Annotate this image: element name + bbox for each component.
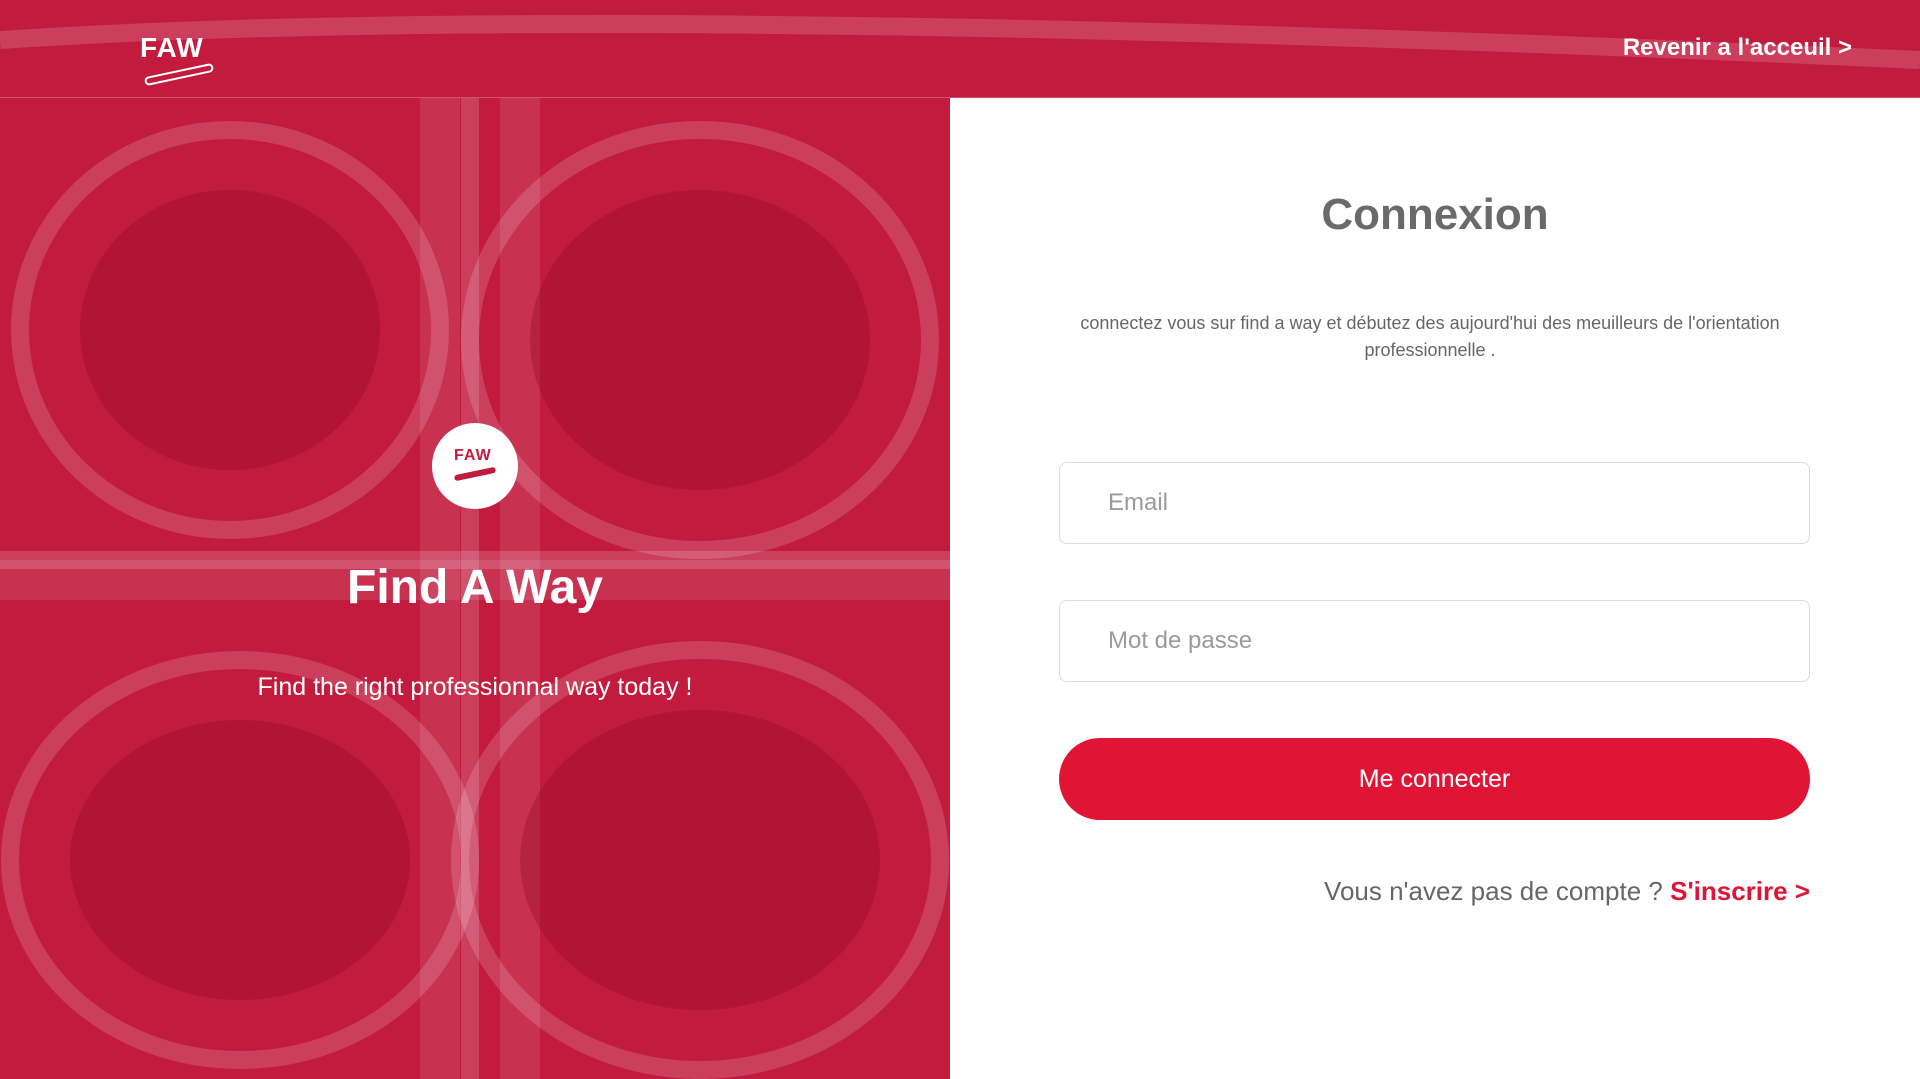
login-description: connectez vous sur find a way et débutez…: [1080, 313, 1780, 360]
faw-logo[interactable]: FAW: [140, 32, 220, 92]
badge-text: FAW: [454, 447, 492, 464]
top-header: FAW Revenir a l'acceuil >: [0, 0, 1920, 98]
email-field[interactable]: [1059, 462, 1810, 544]
signup-prompt: Vous n'avez pas de compte ? S'inscrire >: [1324, 876, 1810, 907]
hero-subtitle: Find the right professionnal way today !: [257, 673, 693, 701]
signup-prompt-text: Vous n'avez pas de compte ?: [1324, 876, 1671, 906]
login-title: Connexion: [1321, 190, 1549, 239]
password-field[interactable]: [1059, 600, 1810, 682]
login-button[interactable]: Me connecter: [1059, 738, 1810, 820]
logo-underline-icon: [143, 62, 215, 87]
hero-section: FAW Find A Way Find the right profession…: [0, 98, 950, 1079]
badge-underline-icon: [453, 466, 497, 482]
login-panel: Connexion connectez vous sur find a way …: [950, 98, 1920, 1079]
logo-text: FAW: [140, 32, 204, 63]
hero-logo-badge: FAW: [432, 423, 518, 509]
signup-link[interactable]: S'inscrire >: [1670, 876, 1810, 906]
login-page: FAW Revenir a l'acceuil > FAW Find A Way…: [0, 0, 1920, 1079]
hero-title: Find A Way: [347, 561, 603, 614]
back-to-home-link[interactable]: Revenir a l'acceuil >: [1623, 34, 1852, 62]
